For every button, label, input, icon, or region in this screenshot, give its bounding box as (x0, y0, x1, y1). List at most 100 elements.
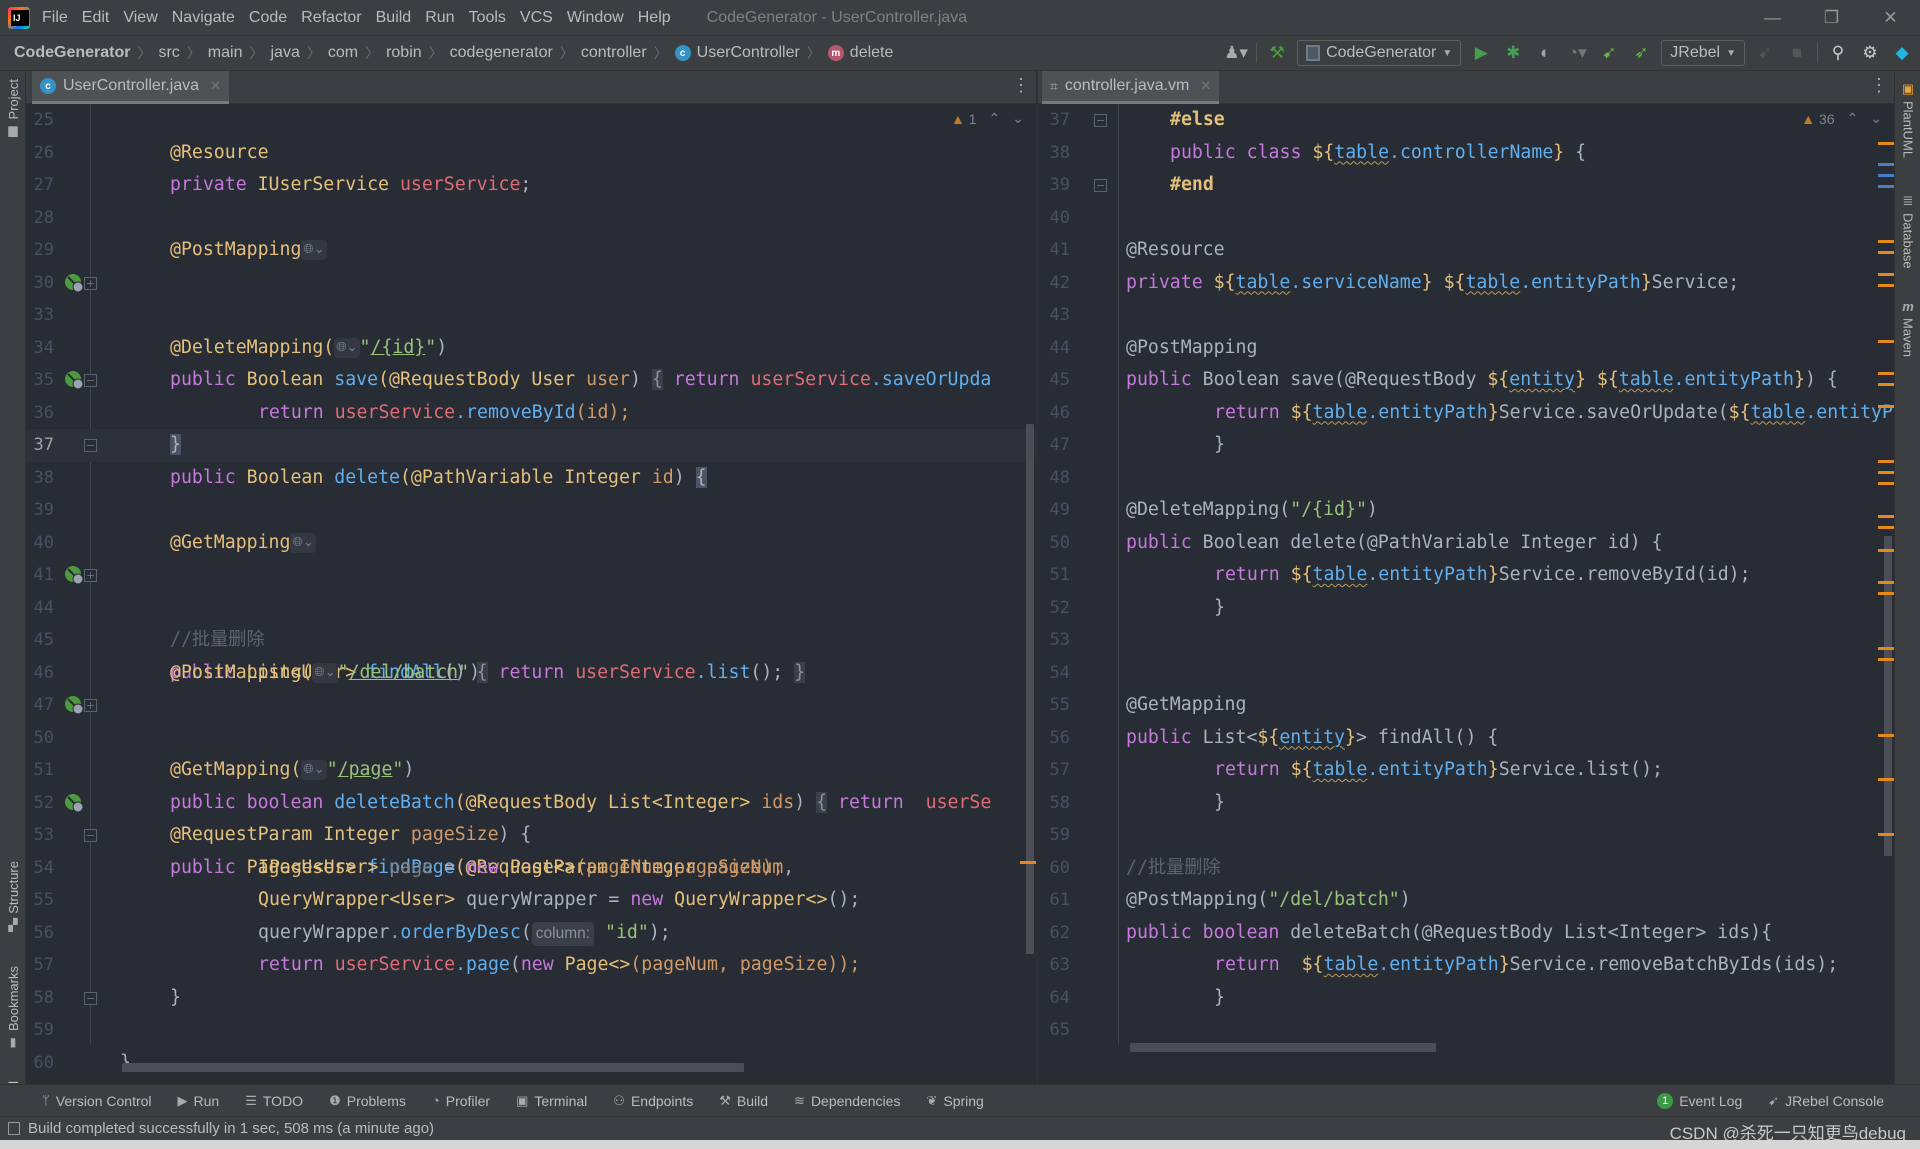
code-editor-left[interactable]: ▲ 1 ⌃ ⌄ 25 26 @Resource 27 private IUserSe… (26, 104, 1036, 1084)
run-icon[interactable]: ▶ (1469, 41, 1493, 65)
spring-endpoint-icon[interactable] (64, 695, 84, 715)
database-tool-tab[interactable]: ≣ Database (1895, 193, 1920, 269)
fold-end-icon[interactable]: − (1094, 179, 1107, 192)
endpoint-globe-icon[interactable]: 🌐︎⌄ (301, 240, 327, 260)
warning-marker[interactable] (1878, 647, 1894, 650)
warning-marker[interactable] (1878, 340, 1894, 343)
build-hammer-icon[interactable]: ⚒ (1265, 41, 1289, 65)
warning-marker[interactable] (1878, 734, 1894, 737)
vertical-scrollbar[interactable] (1026, 424, 1034, 954)
fold-collapse-icon[interactable]: − (84, 829, 97, 842)
tool-problems[interactable]: ❶ Problems (329, 1093, 406, 1109)
breadcrumb-project[interactable]: CodeGenerator (14, 44, 130, 62)
menu-run[interactable]: Run (425, 9, 454, 27)
warning-marker[interactable] (1878, 460, 1894, 463)
menu-view[interactable]: View (123, 9, 157, 27)
warning-marker[interactable] (1878, 658, 1894, 661)
menu-vcs[interactable]: VCS (520, 9, 553, 27)
close-tab-icon[interactable]: ✕ (210, 78, 221, 94)
menu-edit[interactable]: Edit (82, 9, 110, 27)
breadcrumb-robin[interactable]: robin (386, 44, 422, 62)
warning-marker[interactable] (1878, 471, 1894, 474)
coverage-icon[interactable]: ◐ (1533, 41, 1557, 65)
spring-endpoint-icon[interactable] (64, 565, 84, 585)
info-marker[interactable] (1878, 185, 1894, 188)
more-options-icon[interactable]: ⋮ (1012, 75, 1030, 96)
endpoint-globe-icon[interactable]: 🌐︎⌄ (301, 760, 327, 780)
url-string[interactable]: /del/batch (349, 662, 459, 683)
endpoint-globe-icon[interactable]: 🌐︎⌄ (290, 532, 316, 553)
jrebel-config-select[interactable]: JRebel ▼ (1661, 40, 1745, 66)
warning-marker[interactable] (1878, 284, 1894, 287)
warning-marker[interactable] (1878, 383, 1894, 386)
debug-icon[interactable]: ✱ (1501, 41, 1525, 65)
spring-endpoint-icon[interactable] (64, 273, 84, 293)
tool-dependencies[interactable]: ≋ Dependencies (794, 1093, 900, 1109)
tab-usercontroller-java[interactable]: c UserController.java ✕ (32, 71, 229, 104)
info-marker[interactable] (1878, 163, 1894, 166)
breadcrumb-src[interactable]: src (158, 44, 179, 62)
tool-jrebel-console[interactable]: ➹ JRebel Console (1768, 1093, 1884, 1109)
warning-marker[interactable] (1878, 273, 1894, 276)
jrebel-run-icon[interactable]: ➹ (1597, 41, 1621, 65)
breadcrumb-java[interactable]: java (270, 44, 299, 62)
breadcrumb-com[interactable]: com (328, 44, 358, 62)
warning-marker[interactable] (1878, 549, 1894, 552)
fold-end-icon[interactable]: − (84, 439, 97, 452)
breadcrumb-method[interactable]: m delete (827, 44, 893, 62)
stop-icon[interactable]: ■ (1785, 41, 1809, 65)
endpoint-globe-icon[interactable]: 🌐︎⌄ (312, 662, 338, 683)
breadcrumb-main[interactable]: main (208, 44, 243, 62)
maven-tool-tab[interactable]: m Maven (1895, 299, 1920, 357)
menu-tools[interactable]: Tools (469, 9, 506, 27)
warning-marker[interactable] (1878, 240, 1894, 243)
fold-expand-icon[interactable]: + (84, 276, 97, 290)
warning-marker[interactable] (1878, 515, 1894, 518)
tab-controller-java-vm[interactable]: ⌗ controller.java.vm ✕ (1042, 71, 1220, 104)
breadcrumb-codegenerator[interactable]: codegenerator (450, 44, 553, 62)
minimize-button[interactable]: — (1743, 0, 1802, 35)
tool-build[interactable]: ⚒ Build (719, 1093, 768, 1109)
close-button[interactable]: ✕ (1861, 0, 1920, 35)
bookmarks-tool-tab[interactable]: Bookmarks ▮ (0, 966, 26, 1049)
breadcrumb-class[interactable]: c UserController (674, 44, 800, 62)
tool-run[interactable]: ▶ Run (178, 1093, 220, 1109)
close-tab-icon[interactable]: ✕ (1200, 78, 1211, 94)
endpoint-globe-icon[interactable]: 🌐︎⌄ (334, 337, 360, 358)
breadcrumb-controller[interactable]: controller (581, 44, 647, 62)
menu-file[interactable]: File (42, 9, 68, 27)
horizontal-scrollbar[interactable] (122, 1063, 744, 1072)
info-marker[interactable] (1878, 174, 1894, 177)
menu-window[interactable]: Window (567, 9, 624, 27)
search-icon[interactable]: ⚲ (1826, 41, 1850, 65)
url-string[interactable]: /page (338, 759, 393, 780)
status-message[interactable]: Build completed successfully in 1 sec, 5… (28, 1120, 434, 1137)
url-string[interactable]: /{id} (371, 337, 426, 358)
menu-build[interactable]: Build (376, 9, 412, 27)
warning-marker[interactable] (1878, 581, 1894, 584)
tool-version-control[interactable]: ᛘ Version Control (42, 1093, 152, 1109)
toolbox-icon[interactable]: ◆ (1890, 41, 1914, 65)
tool-endpoints[interactable]: ⚇ Endpoints (613, 1093, 693, 1109)
profiler-icon[interactable]: ◔▾ (1565, 41, 1589, 65)
menu-code[interactable]: Code (249, 9, 287, 27)
tool-todo[interactable]: ☰ TODO (245, 1093, 303, 1109)
menu-navigate[interactable]: Navigate (172, 9, 235, 27)
project-tool-tab[interactable]: Project ▆ (0, 79, 26, 137)
warning-marker[interactable] (1878, 592, 1894, 595)
fold-collapse-icon[interactable]: − (1094, 114, 1107, 127)
tool-windows-toggle-icon[interactable] (8, 1122, 20, 1135)
account-icon[interactable]: ♟▾ (1224, 41, 1248, 65)
tool-event-log[interactable]: 1 Event Log (1657, 1093, 1742, 1109)
menu-refactor[interactable]: Refactor (301, 9, 361, 27)
warning-marker[interactable] (1878, 526, 1894, 529)
fold-expand-icon[interactable]: + (84, 699, 97, 712)
fold-end-icon[interactable]: − (84, 991, 97, 1005)
fold-collapse-icon[interactable]: − (84, 374, 97, 387)
warning-marker[interactable] (1878, 251, 1894, 254)
warning-marker[interactable] (1878, 833, 1894, 836)
tool-profiler[interactable]: ◔ Profiler (432, 1093, 490, 1109)
code-editor-right[interactable]: ▲ 36 ⌃ ⌄ 37− #else 38 public class ${table… (1038, 104, 1894, 1084)
warning-marker[interactable] (1878, 778, 1894, 781)
horizontal-scrollbar[interactable] (1130, 1043, 1436, 1052)
